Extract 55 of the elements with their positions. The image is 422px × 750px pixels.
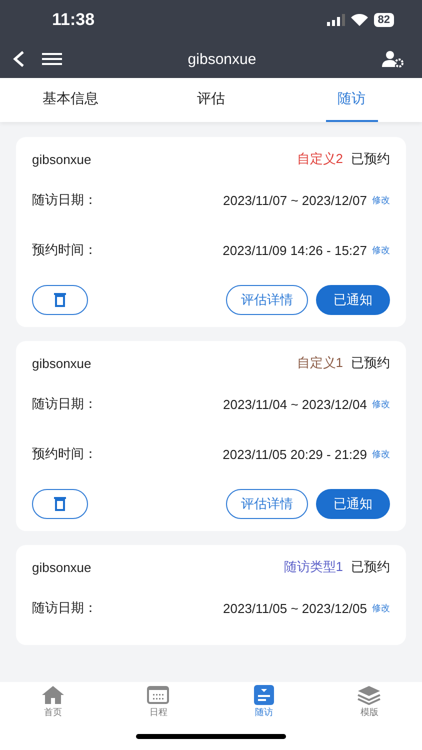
edit-link[interactable]: 修改 xyxy=(372,602,390,614)
layers-icon xyxy=(357,685,382,705)
delete-button[interactable] xyxy=(32,285,88,315)
edit-link[interactable]: 修改 xyxy=(372,448,390,460)
wifi-icon xyxy=(350,14,368,26)
followup-type: 随访类型1 xyxy=(284,558,343,576)
row-label: 预约时间： xyxy=(32,445,98,463)
patient-name: gibsonxue xyxy=(32,356,92,370)
detail-button[interactable]: 评估详情 xyxy=(226,489,308,519)
bottom-tab-label: 首页 xyxy=(44,706,62,719)
delete-button[interactable] xyxy=(32,489,88,519)
edit-link[interactable]: 修改 xyxy=(372,398,390,410)
row-value: 2023/11/05 20:29 - 21:29 xyxy=(222,446,367,462)
bottom-tab-label: 日程 xyxy=(149,706,168,719)
trash-icon xyxy=(54,497,66,511)
followup-type: 自定义1 xyxy=(296,354,343,372)
home-icon xyxy=(40,685,65,705)
status-time: 11:38 xyxy=(52,10,95,30)
bottom-tab[interactable]: 模版 xyxy=(316,682,422,722)
trash-icon xyxy=(54,293,66,307)
edit-link[interactable]: 修改 xyxy=(372,194,390,206)
bottom-tab[interactable]: 首页 xyxy=(0,682,106,722)
bottom-tab[interactable]: 日程 xyxy=(106,682,211,722)
row-value: 2023/11/09 14:26 - 15:27 xyxy=(222,242,367,258)
signal-icon xyxy=(326,14,345,26)
tab[interactable]: 随访 xyxy=(326,78,378,122)
bottom-tab[interactable]: 随访 xyxy=(211,682,316,722)
row-label: 随访日期： xyxy=(32,191,98,209)
detail-button[interactable]: 评估详情 xyxy=(226,285,308,315)
menu-icon[interactable] xyxy=(42,52,62,66)
notified-button[interactable]: 已通知 xyxy=(316,285,390,315)
nav-title: gibsonxue xyxy=(186,50,258,68)
followup-type: 自定义2 xyxy=(296,150,343,168)
row-value: 2023/11/05 ~ 2023/12/05 xyxy=(223,600,367,616)
followup-icon xyxy=(252,685,275,705)
patient-name: gibsonxue xyxy=(32,152,92,166)
edit-link[interactable]: 修改 xyxy=(372,244,390,256)
patient-name: gibsonxue xyxy=(32,560,92,574)
row-label: 随访日期： xyxy=(32,599,98,617)
tab[interactable]: 基本信息 xyxy=(30,78,110,122)
user-settings-icon[interactable] xyxy=(382,50,404,68)
tab[interactable]: 评估 xyxy=(185,78,237,122)
row-label: 预约时间： xyxy=(32,241,98,259)
status-text: 已预约 xyxy=(351,354,390,372)
back-icon[interactable] xyxy=(12,50,26,68)
bottom-tab-label: 模版 xyxy=(360,706,378,719)
battery-icon: 82 xyxy=(374,13,394,27)
row-value: 2023/11/07 ~ 2023/12/07 xyxy=(223,192,367,208)
notified-button[interactable]: 已通知 xyxy=(316,489,390,519)
status-text: 已预约 xyxy=(351,150,390,168)
row-label: 随访日期： xyxy=(32,395,98,413)
calendar-icon xyxy=(146,685,170,705)
row-value: 2023/11/04 ~ 2023/12/04 xyxy=(223,396,367,412)
status-text: 已预约 xyxy=(351,558,390,576)
bottom-tab-label: 随访 xyxy=(254,706,273,719)
